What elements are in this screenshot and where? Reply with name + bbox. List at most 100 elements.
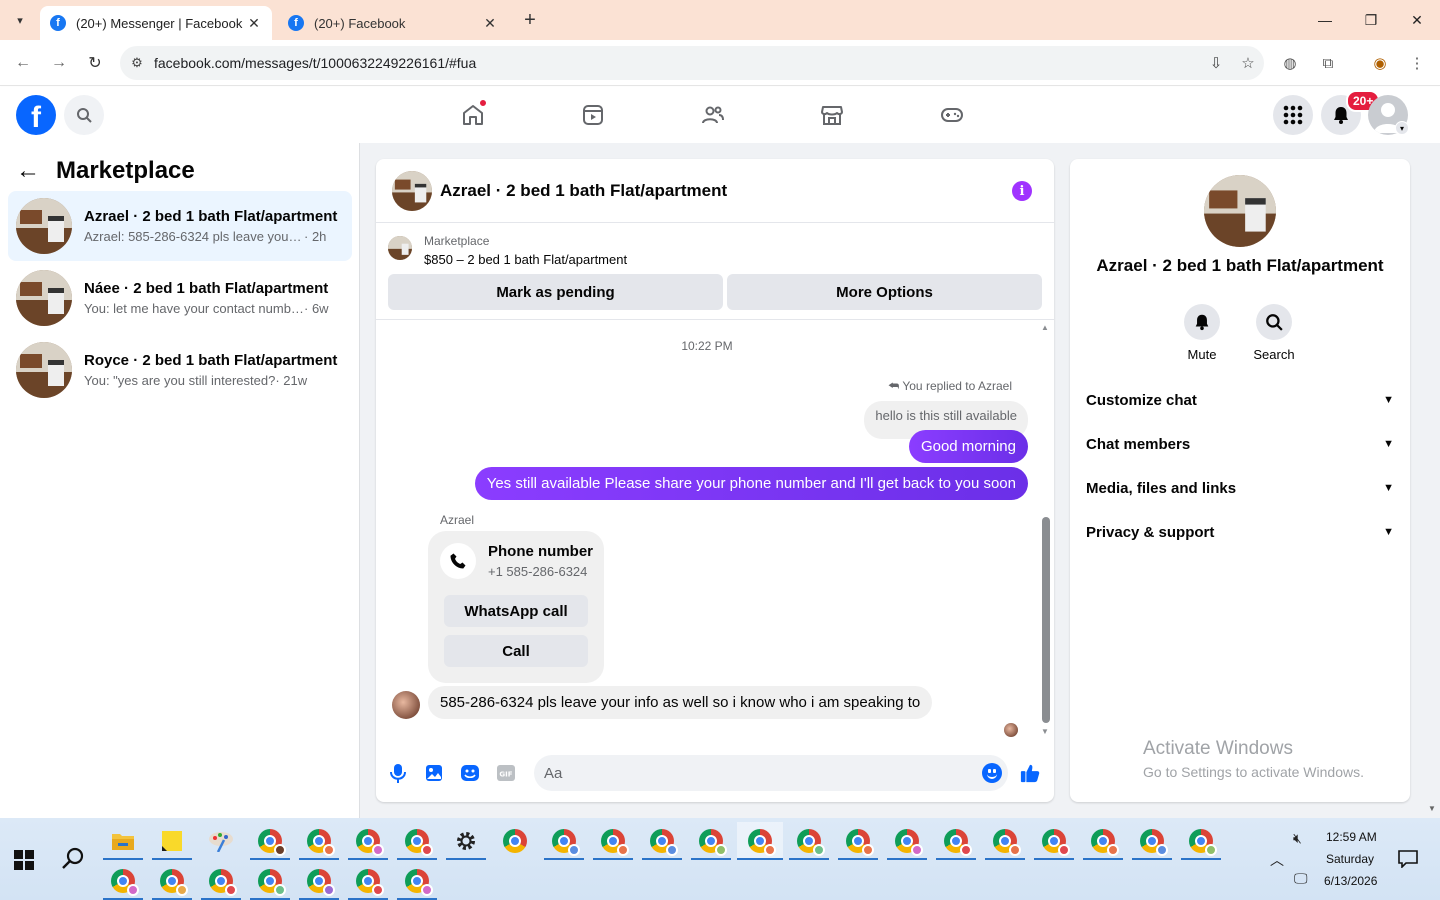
section-customize-chat[interactable]: Customize chat ▼ (1086, 378, 1394, 422)
show-hidden-icons-chevron-icon[interactable]: ︿ (1270, 850, 1284, 870)
gif-icon[interactable]: GIF (496, 763, 516, 783)
settings-gear-icon[interactable] (446, 822, 486, 860)
nav-friends[interactable] (695, 97, 731, 133)
emoji-icon[interactable] (982, 763, 1002, 783)
chat-header-thumbnail[interactable] (392, 170, 432, 211)
chrome-profile-icon[interactable] (348, 822, 388, 860)
nav-gaming[interactable] (934, 97, 970, 133)
reload-button[interactable]: ↻ (83, 51, 107, 75)
chrome-profile-icon[interactable] (152, 862, 192, 900)
outgoing-message[interactable]: Good morning (908, 430, 1028, 463)
chrome-profile-icon[interactable] (1181, 822, 1221, 860)
chrome-profile-icon[interactable] (936, 822, 976, 860)
outgoing-message[interactable]: Yes still available Please share your ph… (474, 467, 1028, 500)
back-button[interactable]: ← (11, 51, 35, 75)
forward-button[interactable]: → (47, 51, 71, 75)
chrome-profile-icon[interactable] (691, 822, 731, 860)
nav-marketplace[interactable] (814, 97, 850, 133)
section-chat-members[interactable]: Chat members ▼ (1086, 422, 1394, 466)
chrome-profile-icon[interactable] (250, 862, 290, 900)
notification-center-icon[interactable] (1398, 850, 1418, 868)
tab-search-chevron-icon[interactable]: ▾ (8, 8, 32, 32)
network-icon[interactable]: 🖵︎ (1294, 870, 1308, 887)
facebook-logo-icon[interactable]: f (16, 95, 56, 135)
microphone-icon[interactable] (388, 763, 408, 783)
chrome-menu-icon[interactable]: ⋮ (1405, 51, 1429, 75)
taskbar-search-icon[interactable] (60, 846, 86, 872)
chrome-profile-icon[interactable] (985, 822, 1025, 860)
close-tab-icon[interactable]: ✕ (482, 15, 498, 32)
more-options-button[interactable]: More Options (727, 274, 1042, 310)
chrome-profile-icon[interactable] (397, 862, 437, 900)
address-bar[interactable]: ⚙ facebook.com/messages/t/10006322492261… (120, 46, 1264, 80)
menu-button[interactable] (1273, 95, 1313, 135)
photo-icon[interactable] (424, 763, 444, 783)
message-scrollbar[interactable]: ▲ ▼ (1040, 321, 1050, 741)
chrome-icon[interactable] (495, 822, 535, 860)
chrome-profile-icon[interactable] (299, 862, 339, 900)
scroll-down-icon[interactable]: ▼ (1040, 727, 1050, 736)
paint-app-icon[interactable] (201, 822, 241, 860)
translate-icon[interactable]: ◍ (1278, 51, 1302, 75)
close-tab-icon[interactable]: ✕ (246, 15, 262, 32)
message-input[interactable] (534, 755, 1008, 791)
chrome-profile-icon[interactable] (838, 822, 878, 860)
clock-date[interactable]: 6/13/2026 (1324, 874, 1377, 888)
install-app-icon[interactable]: ⇩ (1200, 54, 1232, 72)
clock-day[interactable]: Saturday (1326, 852, 1374, 866)
chrome-profile-icon[interactable] (1034, 822, 1074, 860)
chrome-profile-icon[interactable] (348, 862, 388, 900)
chat-title[interactable]: Azrael · 2 bed 1 bath Flat/apartment (440, 181, 727, 201)
profile-icon[interactable]: ◉ (1368, 51, 1392, 75)
chevron-down-icon[interactable]: ▾ (1395, 121, 1409, 135)
mark-as-pending-button[interactable]: Mark as pending (388, 274, 723, 310)
chrome-profile-icon[interactable] (593, 822, 633, 860)
chrome-profile-icon[interactable] (201, 862, 241, 900)
chrome-profile-icon[interactable] (887, 822, 927, 860)
info-icon[interactable]: i (1012, 181, 1032, 201)
scroll-thumb[interactable] (1042, 517, 1050, 723)
back-arrow-icon[interactable]: ← (16, 157, 48, 185)
thumbs-up-icon[interactable] (1020, 763, 1040, 783)
chrome-profile-icon[interactable] (299, 822, 339, 860)
minimize-button[interactable]: — (1302, 6, 1348, 34)
chrome-profile-icon[interactable] (103, 862, 143, 900)
volume-muted-icon[interactable]: 🔇︎ (1293, 830, 1302, 847)
chrome-profile-icon[interactable] (642, 822, 682, 860)
conversation-item[interactable]: Azrael · 2 bed 1 bath Flat/apartment Azr… (8, 191, 352, 261)
sticky-notes-icon[interactable] (152, 822, 192, 860)
tab-facebook[interactable]: f (20+) Facebook ✕ (278, 6, 508, 40)
call-button[interactable]: Call (444, 635, 588, 667)
tab-messenger[interactable]: f (20+) Messenger | Facebook ✕ (40, 6, 272, 40)
sender-avatar[interactable] (392, 691, 420, 719)
chrome-profile-icon[interactable] (1132, 822, 1172, 860)
site-info-icon[interactable]: ⚙ (120, 46, 154, 80)
listing-thumbnail[interactable] (388, 236, 412, 260)
chrome-profile-icon[interactable] (544, 822, 584, 860)
conversation-item[interactable]: Royce · 2 bed 1 bath Flat/apartment You:… (8, 335, 352, 405)
listing-price-title[interactable]: $850 – 2 bed 1 bath Flat/apartment (424, 252, 627, 267)
chrome-profile-icon[interactable] (789, 822, 829, 860)
file-explorer-icon[interactable] (103, 822, 143, 860)
section-media-files-links[interactable]: Media, files and links ▼ (1086, 466, 1394, 510)
facebook-search-button[interactable] (64, 95, 104, 135)
nav-video[interactable] (575, 97, 611, 133)
chrome-profile-icon[interactable] (250, 822, 290, 860)
incoming-message[interactable]: 585-286-6324 pls leave your info as well… (428, 686, 933, 719)
sticker-icon[interactable] (460, 763, 480, 783)
clock-time[interactable]: 12:59 AM (1326, 830, 1377, 844)
search-in-chat-button[interactable]: Search (1244, 304, 1304, 362)
bookmark-star-icon[interactable]: ☆ (1232, 54, 1264, 72)
extensions-icon[interactable]: ⧉ (1316, 51, 1340, 75)
mute-button[interactable]: Mute (1172, 304, 1232, 362)
restore-button[interactable]: ❐ (1348, 6, 1394, 34)
new-tab-button[interactable]: + (518, 8, 542, 32)
page-scroll-down-icon[interactable]: ▼ (1428, 804, 1436, 813)
windows-start-icon[interactable] (14, 850, 34, 870)
chrome-profile-icon[interactable] (737, 822, 783, 860)
close-window-button[interactable]: ✕ (1394, 6, 1440, 34)
chrome-profile-icon[interactable] (397, 822, 437, 860)
section-privacy-support[interactable]: Privacy & support ▼ (1086, 510, 1394, 554)
chrome-profile-icon[interactable] (1083, 822, 1123, 860)
scroll-up-icon[interactable]: ▲ (1040, 323, 1050, 332)
